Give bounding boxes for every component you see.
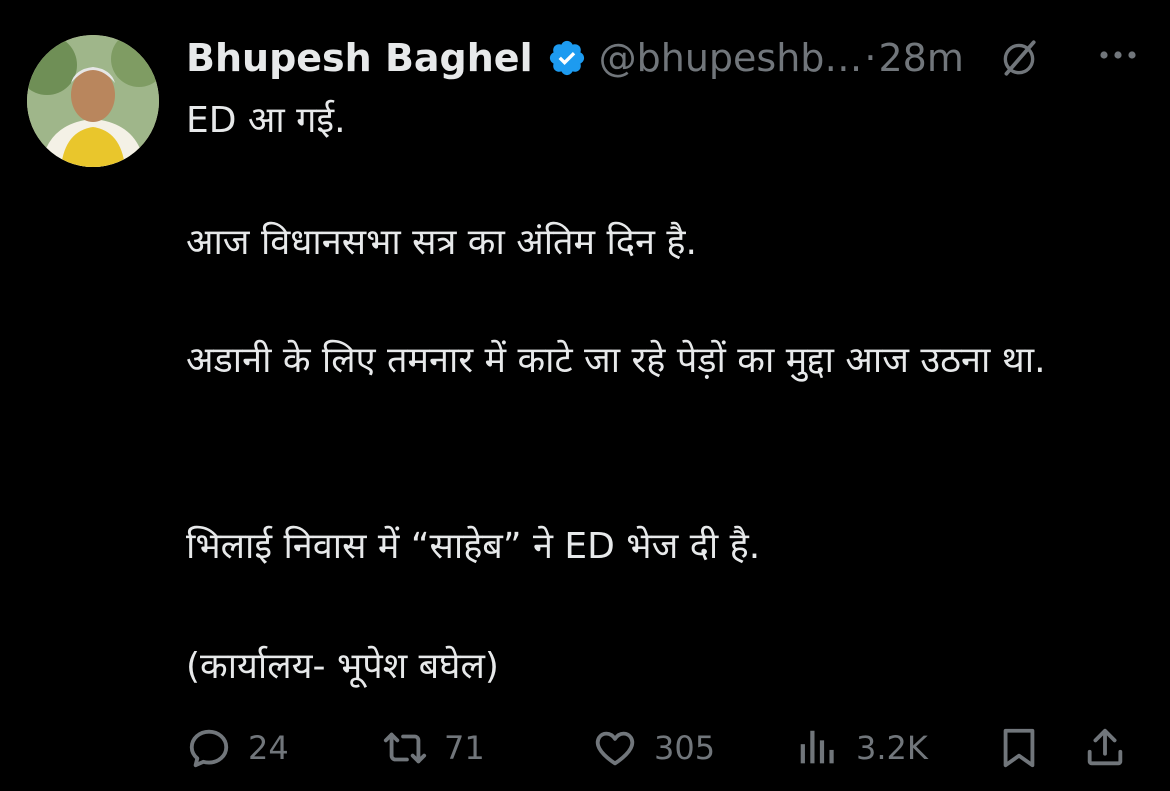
- separator-dot: ·: [864, 36, 877, 80]
- action-bar: 24 71 305 3.2K: [186, 720, 1146, 776]
- timestamp[interactable]: 28m: [879, 36, 964, 80]
- tweet-line-1: ED आ गई.: [186, 100, 346, 141]
- repost-count: 71: [444, 729, 485, 767]
- tweet-line-3: अडानी के लिए तमनार में काटे जा रहे पेड़ो…: [186, 340, 1046, 381]
- bookmark-icon: [1003, 728, 1035, 768]
- tweet-line-4: भिलाई निवास में “साहेब” ने ED भेज दी है.: [186, 526, 761, 567]
- tweet-text: ED आ गई. आज विधानसभा सत्र का अंतिम दिन ह…: [186, 96, 1146, 687]
- reply-icon: [189, 729, 229, 768]
- more-icon[interactable]: [1096, 40, 1140, 70]
- tweet-line-2: आज विधानसभा सत्र का अंतिम दिन है.: [186, 222, 697, 263]
- heart-icon: [595, 731, 635, 766]
- author-name[interactable]: Bhupesh Baghel: [186, 36, 533, 80]
- like-button[interactable]: 305: [592, 720, 715, 776]
- tweet-line-5: (कार्यालय- भूपेश बघेल): [186, 646, 499, 687]
- reply-count: 24: [248, 729, 289, 767]
- author-handle[interactable]: @bhupeshb…: [599, 36, 863, 80]
- bookmark-button[interactable]: [996, 720, 1042, 776]
- grok-icon[interactable]: [998, 37, 1040, 79]
- views-icon: [800, 730, 834, 764]
- tweet-header: Bhupesh Baghel @bhupeshb… · 28m: [186, 30, 1150, 86]
- views-button[interactable]: 3.2K: [794, 720, 928, 776]
- like-count: 305: [654, 729, 716, 767]
- share-button[interactable]: [1082, 720, 1128, 776]
- views-count: 3.2K: [856, 729, 928, 767]
- share-icon: [1087, 728, 1123, 766]
- reply-button[interactable]: 24: [186, 720, 289, 776]
- avatar[interactable]: [27, 35, 159, 167]
- repost-button[interactable]: 71: [382, 720, 485, 776]
- repost-icon: [383, 732, 427, 764]
- verified-badge-icon: [549, 40, 584, 76]
